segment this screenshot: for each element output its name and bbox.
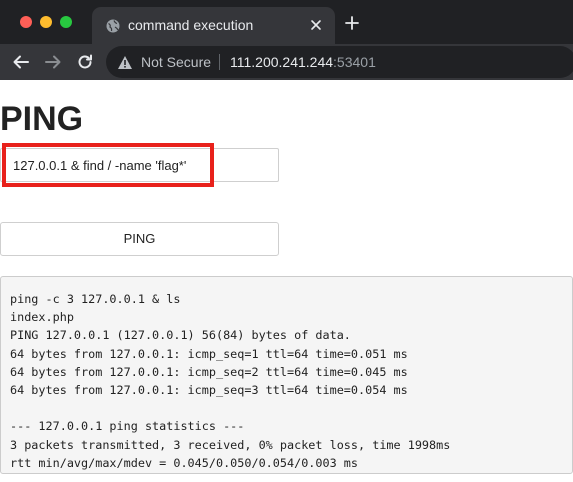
url-text[interactable]: 111.200.241.244:53401 [230,54,376,70]
security-status-label[interactable]: Not Secure [141,54,211,70]
ip-address-input[interactable] [0,148,279,182]
url-host: 111.200.241.244 [230,54,334,70]
page-content: PING PING ping -c 3 127.0.0.1 & ls index.… [0,80,573,482]
browser-tab[interactable]: command execution [92,7,335,44]
warning-icon[interactable] [117,55,133,70]
output-line: 3 packets transmitted, 3 received, 0% pa… [10,437,451,452]
page-title: PING [0,100,84,138]
ping-button[interactable]: PING [0,222,279,256]
window-maximize-button[interactable] [60,16,72,28]
url-port: :53401 [333,54,376,70]
output-line: rtt min/avg/max/mdev = 0.045/0.050/0.054… [10,455,359,470]
address-bar-divider [219,54,220,70]
output-line: --- 127.0.0.1 ping statistics --- [10,419,245,434]
output-line: index.php [10,310,74,325]
reload-icon[interactable] [76,53,94,71]
output-line: 64 bytes from 127.0.0.1: icmp_seq=3 ttl=… [10,382,408,397]
output-line: PING 127.0.0.1 (127.0.0.1) 56(84) bytes … [10,328,351,343]
globe-icon [106,19,120,33]
plus-icon[interactable] [344,15,360,31]
browser-titlebar: command execution [0,0,573,44]
window-minimize-button[interactable] [40,16,52,28]
output-line: 64 bytes from 127.0.0.1: icmp_seq=2 ttl=… [10,364,408,379]
command-output: ping -c 3 127.0.0.1 & ls index.php PING 12… [0,276,573,474]
address-bar[interactable]: Not Secure 111.200.241.244:53401 [106,46,573,78]
close-icon[interactable] [309,18,323,32]
forward-arrow-icon[interactable] [44,53,62,71]
browser-toolbar: Not Secure 111.200.241.244:53401 [0,44,573,80]
window-close-button[interactable] [20,16,32,28]
tab-title: command execution [128,17,254,33]
output-line: ping -c 3 127.0.0.1 & ls [10,292,181,306]
output-line: 64 bytes from 127.0.0.1: icmp_seq=1 ttl=… [10,346,408,361]
back-arrow-icon[interactable] [12,53,30,71]
